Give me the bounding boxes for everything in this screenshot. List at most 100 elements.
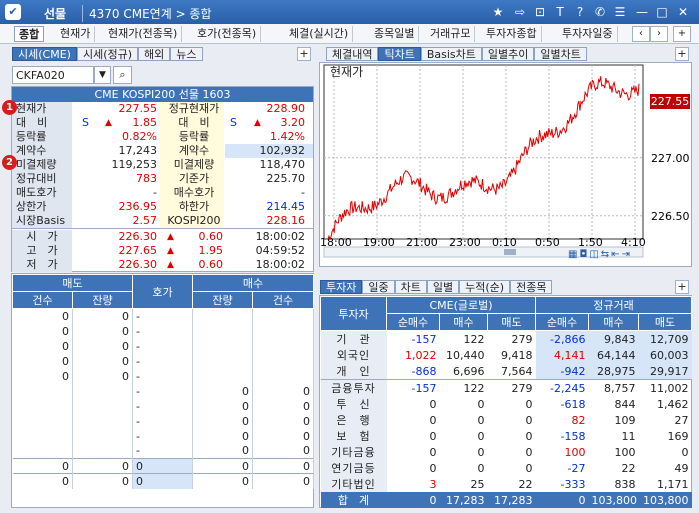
tab-current-price-all[interactable]: 현재가(전종목) <box>104 26 183 42</box>
chart-add-button[interactable]: + <box>675 47 689 61</box>
ohlc-value: 227.65 <box>118 244 158 257</box>
orderbook-row[interactable]: 00- <box>12 353 314 369</box>
investor-cell: 9,843 <box>588 330 639 347</box>
close-icon[interactable]: ✕ <box>675 4 691 20</box>
orderbook-cell <box>72 383 133 399</box>
sign-mark: S <box>82 116 89 129</box>
investor-row[interactable]: 기타금융 0 0 0 100 100 0 <box>320 444 692 460</box>
orderbook-cell: - <box>132 308 193 324</box>
tab-daily-chart[interactable]: 일별차트 <box>534 47 587 61</box>
tab-chart[interactable]: 차트 <box>394 280 427 294</box>
orderbook-cell: 0 <box>72 473 133 489</box>
add-tab-button[interactable]: + <box>673 26 691 42</box>
left-tabs: 시세(CME) 시세(정규) 해외 뉴스 <box>12 47 203 61</box>
tab-quote-cme[interactable]: 시세(CME) <box>12 47 77 61</box>
orderbook-row[interactable]: -00 <box>12 428 314 444</box>
tab-quote-all[interactable]: 호가(전종목) <box>193 26 262 42</box>
tab-current-price[interactable]: 현재가 <box>56 26 96 42</box>
help-icon[interactable]: ? <box>572 4 588 20</box>
phone-icon[interactable]: ✆ <box>592 4 608 20</box>
chevron-down-icon[interactable]: ▼ <box>94 66 111 84</box>
investor-row[interactable]: 기타법인 3 25 22 -333 838 1,171 <box>320 476 692 492</box>
investor-add-button[interactable]: + <box>675 280 689 294</box>
orderbook-cell: 0 <box>72 458 133 474</box>
tab-daily-trend[interactable]: 일별추이 <box>481 47 535 61</box>
orderbook-row[interactable]: 00000 <box>12 458 314 474</box>
code-input[interactable]: CKFA020 <box>12 66 94 84</box>
tab-overseas[interactable]: 해외 <box>138 47 171 61</box>
investor-cell: -27 <box>567 461 586 475</box>
screen-title: 4370 CME연계 > 종합 <box>82 5 212 22</box>
orderbook-row[interactable]: 00- <box>12 338 314 354</box>
total-label: 합 계 <box>320 492 387 508</box>
tab-investor[interactable]: 투자자 <box>320 280 363 294</box>
investor-row[interactable]: 외국인 1,022 10,440 9,418 4,141 64,144 60,003 <box>320 347 692 363</box>
orderbook-row[interactable]: 00- <box>12 368 314 384</box>
tab-cumulative[interactable]: 누적(순) <box>459 280 511 294</box>
investor-row[interactable]: 연기금등 0 0 0 -27 22 49 <box>320 460 692 476</box>
orderbook-cell <box>252 368 314 384</box>
tab-investor-summary[interactable]: 투자자종합 <box>482 26 542 42</box>
link-icon[interactable]: ⇨ <box>512 4 528 20</box>
up-triangle-icon: ▲ <box>105 118 112 128</box>
orderbook-cell <box>252 353 314 369</box>
tab-trade-history[interactable]: 체결내역 <box>326 47 379 61</box>
investor-row[interactable]: 기 관 -157 122 279 -2,866 9,843 12,709 <box>320 330 692 347</box>
tab-tick-chart[interactable]: 틱차트 <box>378 47 421 61</box>
investor-cell: -942 <box>535 363 589 380</box>
investor-cell: 7,564 <box>501 364 533 378</box>
tab-investor-intraday[interactable]: 투자자일중 <box>558 26 618 42</box>
orderbook-cell <box>12 413 73 429</box>
orderbook-cell: - <box>132 398 193 414</box>
orderbook-row[interactable]: -00 <box>12 398 314 414</box>
tab-daily[interactable]: 종목일별 <box>370 26 420 42</box>
orderbook-row[interactable]: 00000 <box>12 473 314 489</box>
up-triangle-icon: ▲ <box>167 246 174 256</box>
investor-cell: -157 <box>411 332 437 346</box>
next-tab-button[interactable]: › <box>650 26 668 42</box>
tab-trades-realtime[interactable]: 체결(실시간) <box>285 26 354 42</box>
prev-tab-button[interactable]: ‹ <box>632 26 650 42</box>
sell-qty-header: 잔량 <box>72 291 133 309</box>
tab-quote-regular[interactable]: 시세(정규) <box>76 47 139 61</box>
investor-name: 기 관 <box>320 330 387 347</box>
investor-cell: 279 <box>511 381 533 395</box>
search-icon[interactable]: ⌕ <box>113 66 132 84</box>
chart-toolbar-icons[interactable]: ▦◘◫⇆⇤⇥ <box>568 249 632 260</box>
ohlc-row: 저 가 226.30 ▲ 0.60 18:00:02 <box>12 258 313 272</box>
list-icon[interactable]: ☰ <box>612 4 628 20</box>
investor-row[interactable]: 투 신 0 0 0 -618 844 1,462 <box>320 396 692 412</box>
investor-row[interactable]: 보 험 0 0 0 -158 11 169 <box>320 428 692 444</box>
orderbook-row[interactable]: -00 <box>12 383 314 399</box>
sell-header: 매도 <box>12 274 133 292</box>
tab-basis-chart[interactable]: Basis차트 <box>420 47 482 61</box>
minimize-icon[interactable]: — <box>634 4 650 20</box>
tab-all-items[interactable]: 전종목 <box>510 280 553 294</box>
orderbook-row[interactable]: -00 <box>12 443 314 459</box>
investor-row[interactable]: 개 인 -868 6,696 7,564 -942 28,975 29,917 <box>320 363 692 380</box>
maximize-icon[interactable]: □ <box>654 4 670 20</box>
orderbook-row[interactable]: 00- <box>12 308 314 324</box>
orderbook-row[interactable]: 00- <box>12 323 314 339</box>
orderbook-row[interactable]: -00 <box>12 413 314 429</box>
quote-label-left: 계약수 <box>16 144 47 157</box>
tab-news[interactable]: 뉴스 <box>170 47 203 61</box>
text-icon[interactable]: T <box>552 4 568 20</box>
star-icon[interactable]: ★ <box>490 4 506 20</box>
chart-scroll-thumb[interactable] <box>504 249 516 255</box>
orderbook-cell: 0 <box>12 368 73 384</box>
y-tick-label: 226.50 <box>651 210 690 223</box>
lock-icon[interactable]: ⊡ <box>532 4 548 20</box>
tab-daily-investor[interactable]: 일별 <box>426 280 460 294</box>
tab-overview[interactable]: 종합 <box>14 26 45 42</box>
orderbook-cell: 0 <box>132 458 193 474</box>
tab-volume[interactable]: 거래규모 <box>426 26 476 42</box>
left-add-button[interactable]: + <box>297 47 311 61</box>
ohlc-change: 1.95 <box>198 244 224 257</box>
investor-row[interactable]: 은 행 0 0 0 82 109 27 <box>320 412 692 428</box>
buy-qty-header: 잔량 <box>192 291 253 309</box>
tab-intraday[interactable]: 일중 <box>362 280 395 294</box>
ohlc-label: 저 가 <box>12 258 72 272</box>
investor-row[interactable]: 금융투자 -157 122 279 -2,245 8,757 11,002 <box>320 379 692 396</box>
investor-cell: -157 <box>411 381 437 395</box>
